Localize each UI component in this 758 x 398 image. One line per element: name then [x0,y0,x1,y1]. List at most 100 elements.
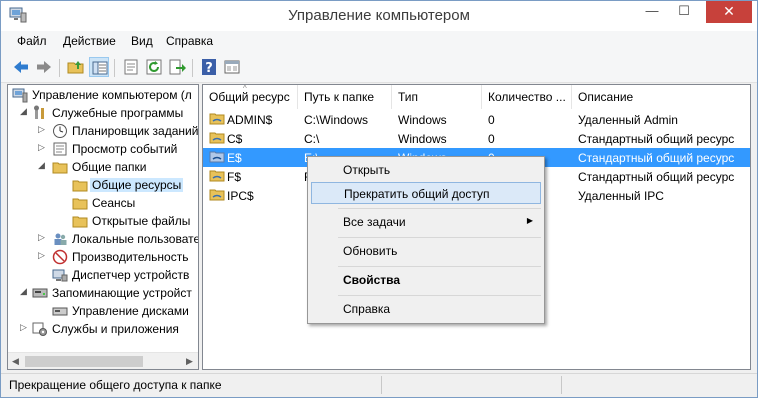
event-viewer-icon [52,141,68,157]
properties-icon[interactable] [121,57,141,77]
toolbar-separator [59,59,60,77]
expand-icon[interactable]: ▷ [38,143,47,152]
expand-icon[interactable]: ▷ [38,125,47,134]
share-description: Стандартный общий ресурс [578,151,735,165]
scrollbar-thumb[interactable] [25,356,143,367]
ctx-refresh[interactable]: Обновить [311,240,541,262]
expand-icon[interactable]: ▷ [38,233,47,242]
close-button[interactable]: ✕ [706,1,752,23]
folder-icon [72,177,88,193]
share-name: C$ [227,132,243,146]
context-menu: Открыть Прекратить общий доступ Все зада… [307,156,545,324]
ctx-properties[interactable]: Свойства [311,269,541,291]
main-window: Управление компьютером — ☐ ✕ Файл Действ… [0,0,758,398]
collapse-icon[interactable]: ◢ [38,161,47,170]
share-icon [209,150,225,164]
shared-folder-icon [52,159,68,175]
performance-icon [52,249,68,265]
share-type: Windows [398,113,447,127]
tree-item-shares[interactable]: Общие ресурсы [8,176,198,194]
expand-icon[interactable]: ▷ [38,251,47,260]
tree-item-open-files[interactable]: Открытые файлы [8,212,198,230]
tree-label: Локальные пользовате [72,232,199,246]
share-name: E$ [227,151,242,165]
scroll-right-icon[interactable]: ▶ [186,356,193,367]
status-bar: Прекращение общего доступа к папке [1,373,757,397]
scroll-left-icon[interactable]: ◀ [12,356,19,367]
status-text: Прекращение общего доступа к папке [9,378,222,392]
tree-item-event-viewer[interactable]: ▷ Просмотр событий [8,140,198,158]
ctx-help[interactable]: Справка [311,298,541,320]
minimize-button[interactable]: — [637,1,667,23]
users-icon [52,231,68,247]
ctx-properties-label: Свойства [343,273,401,287]
tree-label: Управление компьютером (л [32,88,192,102]
menu-help[interactable]: Справка [166,34,213,48]
menu-separator [338,208,541,209]
tree-item-performance[interactable]: ▷ Производительность [8,248,198,266]
share-description: Удаленный IPC [578,189,664,203]
menu-action[interactable]: Действие [63,34,116,48]
tree-label: Производительность [72,250,189,264]
expand-icon[interactable]: ▷ [20,323,29,332]
menu-separator [338,295,541,296]
tree-item-local-users[interactable]: ▷ Локальные пользовате [8,230,198,248]
tree-label: Просмотр событий [72,142,178,156]
ctx-all-tasks[interactable]: Все задачи ▶ [311,211,541,233]
share-description: Удаленный Admin [578,113,678,127]
tree-label: Диспетчер устройств [72,268,190,282]
column-header-type[interactable]: Тип [392,85,482,109]
tree-item-device-manager[interactable]: Диспетчер устройств [8,266,198,284]
console-icon[interactable] [222,57,242,77]
share-path: C:\ [304,132,320,146]
share-type: Windows [398,132,447,146]
tree-label: Службы и приложения [52,322,179,336]
tree-item-services-apps[interactable]: ▷ Службы и приложения [8,320,198,338]
tree-item-task-scheduler[interactable]: ▷ Планировщик заданий [8,122,198,140]
folder-icon [72,195,88,211]
disk-icon [52,303,68,319]
tree-label: Служебные программы [52,106,184,120]
collapse-icon[interactable]: ◢ [20,287,29,296]
menu-separator [338,266,541,267]
collapse-icon[interactable]: ◢ [20,107,29,116]
device-manager-icon [52,267,68,283]
tree-item-system-tools[interactable]: ◢ Служебные программы [8,104,198,122]
refresh-icon[interactable] [144,57,164,77]
share-description: Стандартный общий ресурс [578,170,735,184]
table-row[interactable]: C$ C:\ Windows 0 Стандартный общий ресур… [203,129,750,148]
menu-file[interactable]: Файл [17,34,47,48]
tree-item-sessions[interactable]: Сеансы [8,194,198,212]
sort-indicator-icon: ^ [243,85,247,93]
up-folder-icon[interactable] [66,57,86,77]
tree-label: Планировщик заданий [72,124,199,138]
tree-label: Сеансы [92,196,136,210]
table-row[interactable]: ADMIN$ C:\Windows Windows 0 Удаленный Ad… [203,110,750,129]
ctx-stop-sharing[interactable]: Прекратить общий доступ [311,182,541,204]
maximize-button[interactable]: ☐ [669,1,699,23]
ctx-open[interactable]: Открыть [311,159,541,181]
menu-view[interactable]: Вид [131,34,153,48]
share-description: Стандартный общий ресурс [578,132,735,146]
menu-bar: Файл Действие Вид Справка [1,31,757,53]
column-header-count[interactable]: Количество ... [482,85,572,109]
tools-icon [32,105,48,121]
title-bar[interactable]: Управление компьютером — ☐ ✕ [1,1,757,31]
column-header-path[interactable]: Путь к папке [298,85,392,109]
show-tree-icon[interactable] [89,57,109,77]
column-header-share[interactable]: ^ Общий ресурс [203,85,298,109]
share-icon [209,188,225,202]
back-icon[interactable] [11,57,31,77]
column-header-label: Общий ресурс [209,90,290,104]
help-icon[interactable]: ? [199,57,219,77]
tree-item-storage[interactable]: ◢ Запоминающие устройст [8,284,198,302]
clock-icon [52,123,68,139]
tree-horizontal-scrollbar[interactable]: ◀ ▶ [8,352,198,369]
forward-icon[interactable] [34,57,54,77]
column-header-description[interactable]: Описание [572,85,750,109]
tree-item-computer-management[interactable]: Управление компьютером (л [8,86,198,104]
export-icon[interactable] [167,57,187,77]
navigation-tree[interactable]: Управление компьютером (л ◢ Служебные пр… [7,84,199,370]
tree-item-shared-folders[interactable]: ◢ Общие папки [8,158,198,176]
tree-item-disk-management[interactable]: Управление дисками [8,302,198,320]
